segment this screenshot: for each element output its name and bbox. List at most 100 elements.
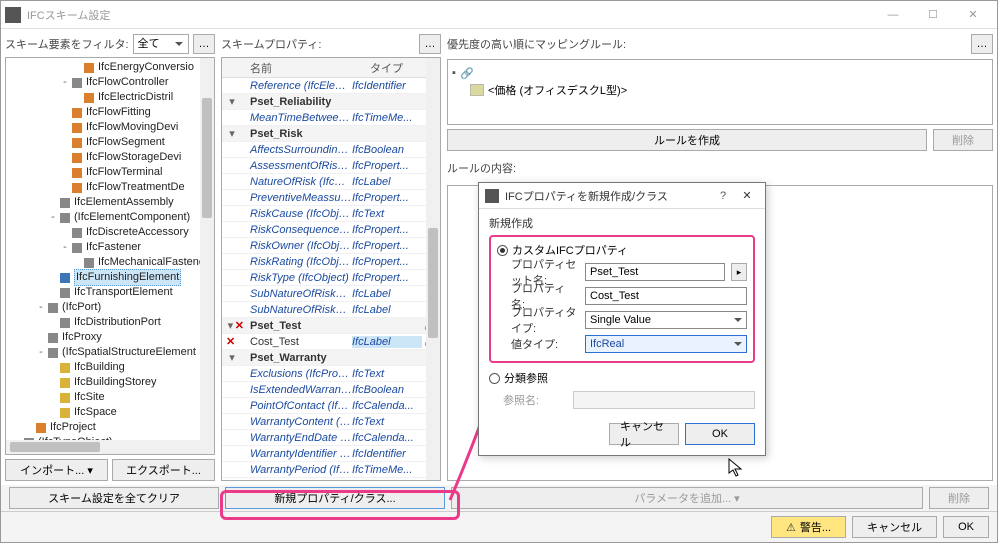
tree-item[interactable]: IfcMechanicalFastene — [6, 255, 214, 270]
tree-item[interactable]: IfcTransportElement — [6, 285, 214, 300]
export-button[interactable]: エクスポート... — [112, 459, 215, 481]
tree-item[interactable]: IfcBuilding — [6, 360, 214, 375]
property-group[interactable]: ▾Pset_Risk — [222, 126, 440, 142]
tag-icon — [470, 84, 484, 96]
property-row[interactable]: WarrantyEndDate (IfcPro...IfcCalenda... — [222, 430, 440, 446]
tree-item[interactable]: -(IfcElementComponent) — [6, 210, 214, 225]
filter-label: スキーム要素をフィルタ: — [5, 36, 129, 52]
property-group[interactable]: ▾Pset_Warranty — [222, 350, 440, 366]
bullet-icon: ▪ — [452, 67, 456, 79]
dialog-icon — [485, 189, 499, 203]
mapping-list[interactable]: ▪ 🔗 <価格 (オフィスデスクL型)> — [447, 59, 993, 125]
property-group[interactable]: ▾Pset_Reliability — [222, 94, 440, 110]
mapping-item-label: <価格 (オフィスデスクL型)> — [488, 82, 627, 98]
tree-item[interactable]: IfcFlowTreatmentDe — [6, 180, 214, 195]
radio-class-ref[interactable] — [489, 373, 500, 384]
dialog-ok-button[interactable]: OK — [685, 423, 755, 445]
mapping-label: 優先度の高い順にマッピングルール: — [447, 36, 626, 52]
property-table[interactable]: 名前 タイプ Reference (IfcElement)IfcIdentifi… — [221, 57, 441, 481]
property-table-header: 名前 タイプ — [222, 58, 440, 78]
tree-item[interactable]: -(IfcPort) — [6, 300, 214, 315]
property-row[interactable]: NatureOfRisk (IfcObject)IfcLabel — [222, 174, 440, 190]
tree-item[interactable]: IfcEnergyConversio — [6, 60, 214, 75]
footer-row-2: ⚠警告... キャンセル OK — [1, 511, 997, 542]
mapping-more-button[interactable]: … — [971, 34, 993, 54]
schema-prop-more-button[interactable]: … — [419, 34, 441, 54]
radio-class-label: 分類参照 — [504, 370, 548, 386]
pset-picker-button[interactable]: ▸ — [731, 263, 747, 281]
tree-item[interactable]: IfcFlowMovingDevi — [6, 120, 214, 135]
tree-item[interactable]: IfcDistributionPort — [6, 315, 214, 330]
tree-item[interactable]: -(IfcSpatialStructureElement — [6, 345, 214, 360]
property-row[interactable]: RiskRating (IfcObject)IfcPropert... — [222, 254, 440, 270]
dialog-title: IFCプロパティを新規作成/クラス — [505, 188, 711, 204]
ok-button[interactable]: OK — [943, 516, 989, 538]
import-button[interactable]: インポート... ▾ — [5, 459, 108, 481]
property-row[interactable]: Reference (IfcElement)IfcIdentifier — [222, 78, 440, 94]
tree-item[interactable]: IfcBuildingStorey — [6, 375, 214, 390]
property-row[interactable]: WarrantyPeriod (IfcProd...IfcTimeMe... — [222, 462, 440, 478]
tree-item[interactable]: IfcFlowFitting — [6, 105, 214, 120]
tree-item[interactable]: -IfcFastener — [6, 240, 214, 255]
property-row[interactable]: RiskOwner (IfcObject)IfcPropert... — [222, 238, 440, 254]
valtype-select[interactable]: IfcReal — [585, 335, 747, 353]
maximize-button[interactable]: ☐ — [913, 2, 953, 28]
property-group[interactable]: ▾✕Pset_Test🔗 — [222, 318, 440, 334]
warning-button[interactable]: ⚠警告... — [771, 516, 846, 538]
delete-rule-button[interactable]: 削除 — [933, 129, 993, 151]
cancel-button[interactable]: キャンセル — [852, 516, 937, 538]
property-row[interactable]: IsExtendedWarranty (Ifc...IfcBoolean — [222, 382, 440, 398]
pset-input[interactable]: Pset_Test — [585, 263, 725, 281]
property-row[interactable]: AffectsSurroundings (Ifc...IfcBoolean — [222, 142, 440, 158]
property-row[interactable]: AssessmentOfRisk (IfcO...IfcPropert... — [222, 158, 440, 174]
rule-content-label: ルールの内容: — [447, 160, 516, 176]
tree-item[interactable]: IfcElectricDistril — [6, 90, 214, 105]
property-row[interactable]: RiskConsequence (IfcObj...IfcPropert... — [222, 222, 440, 238]
clear-schema-button[interactable]: スキーム設定を全てクリア — [9, 487, 219, 509]
delete-param-button[interactable]: 削除 — [929, 487, 989, 509]
tree-item[interactable]: IfcDiscreteAccessory — [6, 225, 214, 240]
tree-scrollbar-h[interactable] — [6, 440, 200, 454]
property-row[interactable]: WarrantyContent (IfcPro...IfcText — [222, 414, 440, 430]
dialog-help-button[interactable]: ? — [711, 190, 735, 202]
tree-item[interactable]: IfcProject — [6, 420, 214, 435]
property-row[interactable]: ✕Cost_TestIfcLabel🔗 — [222, 334, 440, 350]
dialog-close-button[interactable]: ✕ — [735, 189, 759, 202]
property-row[interactable]: RiskType (IfcObject)IfcPropert... — [222, 270, 440, 286]
filter-more-button[interactable]: … — [193, 34, 215, 54]
property-row[interactable]: PreventiveMeassures (If...IfcPropert... — [222, 190, 440, 206]
property-row[interactable]: WarrantyStartDate (IfcPr...IfcCalenda... — [222, 478, 440, 481]
dialog-titlebar: IFCプロパティを新規作成/クラス ? ✕ — [479, 183, 765, 209]
property-row[interactable]: PointOfContact (IfcProd...IfcCalenda... — [222, 398, 440, 414]
close-button[interactable]: ✕ — [953, 2, 993, 28]
tree-scrollbar-v[interactable] — [200, 58, 214, 454]
app-icon — [5, 7, 21, 23]
proptype-label: プロパティタイプ: — [497, 304, 579, 336]
schema-tree[interactable]: IfcEnergyConversio-IfcFlowControllerIfcE… — [5, 57, 215, 455]
property-row[interactable]: Exclusions (IfcProduct)IfcText — [222, 366, 440, 382]
minimize-button[interactable]: ― — [873, 2, 913, 28]
property-row[interactable]: SubNatureOfRisk2 (IfcO...IfcLabel — [222, 302, 440, 318]
tree-item[interactable]: IfcFlowTerminal — [6, 165, 214, 180]
radio-custom-ifc[interactable] — [497, 245, 508, 256]
tree-item[interactable]: IfcProxy — [6, 330, 214, 345]
tree-item[interactable]: IfcSite — [6, 390, 214, 405]
tree-item[interactable]: IfcElementAssembly — [6, 195, 214, 210]
dialog-cancel-button[interactable]: キャンセル — [609, 423, 679, 445]
property-row[interactable]: MeanTimeBetweenFailur...IfcTimeMe... — [222, 110, 440, 126]
filter-select[interactable]: 全て — [133, 34, 189, 54]
proptable-scrollbar-v[interactable] — [426, 58, 440, 480]
new-property-button[interactable]: 新規プロパティ/クラス... — [225, 487, 445, 509]
add-param-button[interactable]: パラメータを追加... ▾ — [451, 487, 923, 509]
tree-item[interactable]: IfcFurnishingElement — [6, 270, 214, 285]
tree-item[interactable]: -IfcFlowController — [6, 75, 214, 90]
tree-item[interactable]: IfcSpace — [6, 405, 214, 420]
proptype-select[interactable]: Single Value — [585, 311, 747, 329]
create-rule-button[interactable]: ルールを作成 — [447, 129, 927, 151]
prop-input[interactable]: Cost_Test — [585, 287, 747, 305]
tree-item[interactable]: IfcFlowStorageDevi — [6, 150, 214, 165]
property-row[interactable]: RiskCause (IfcObject)IfcText — [222, 206, 440, 222]
property-row[interactable]: WarrantyIdentifier (IfcPr...IfcIdentifie… — [222, 446, 440, 462]
tree-item[interactable]: IfcFlowSegment — [6, 135, 214, 150]
property-row[interactable]: SubNatureOfRisk1 (IfcOb...IfcLabel — [222, 286, 440, 302]
